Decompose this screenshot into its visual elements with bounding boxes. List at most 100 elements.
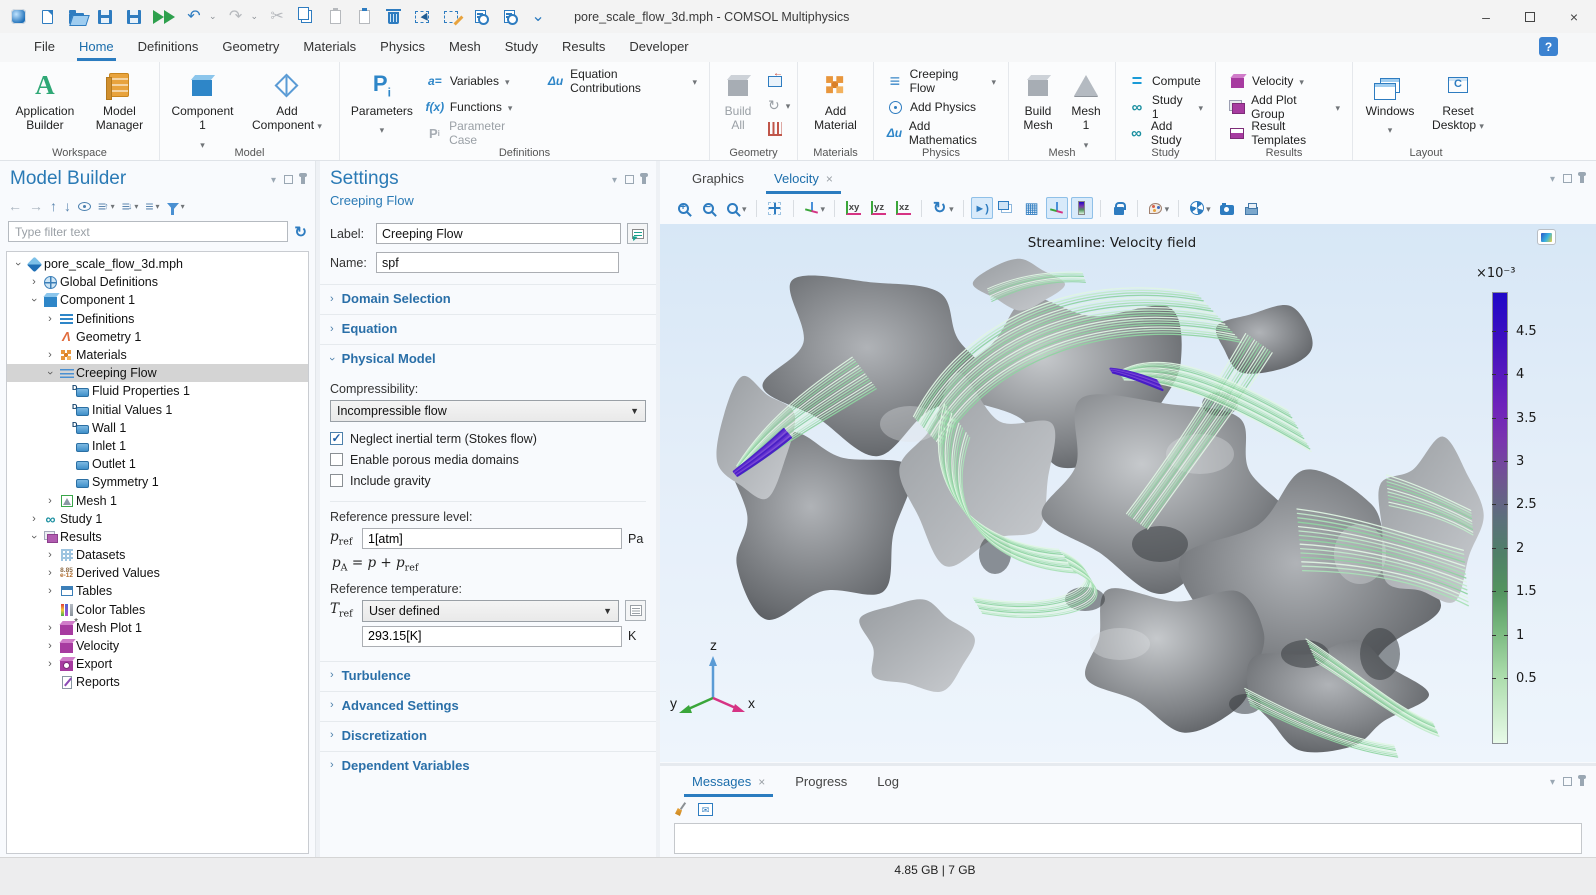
expander-icon[interactable]: › — [12, 257, 24, 271]
panel-menu-icon[interactable] — [271, 172, 276, 186]
tree-item-derived-values[interactable]: ›Derived Values — [7, 564, 308, 582]
lock-view-button[interactable] — [1108, 197, 1130, 219]
minimize-button[interactable]: – — [1464, 0, 1508, 33]
import-geometry-button[interactable] — [764, 70, 794, 92]
view-xy-button[interactable] — [842, 197, 864, 219]
panel-menu-icon[interactable] — [612, 172, 617, 186]
show-grid-button[interactable] — [1021, 197, 1043, 219]
checkbox-neglect-inertial-term-stokes-flow-[interactable]: Neglect inertial term (Stokes flow) — [330, 428, 646, 449]
label-field[interactable] — [376, 223, 621, 244]
graphics-canvas[interactable]: Streamline: Velocity field ×10⁻³ 4.543.5… — [660, 224, 1596, 762]
tree-item-creeping-flow[interactable]: ›Creeping Flow — [7, 364, 308, 382]
velocity-plot-button[interactable]: Velocity — [1224, 68, 1344, 94]
expander-icon[interactable]: › — [43, 349, 57, 361]
pin-panel-icon[interactable] — [642, 177, 646, 184]
tree-item-tables[interactable]: ›Tables — [7, 582, 308, 600]
expander-icon[interactable]: › — [43, 585, 57, 597]
equation-contributions-button[interactable]: ΔuEquation Contributions — [543, 68, 701, 94]
section-physical-model[interactable]: ›Physical Model — [320, 344, 656, 372]
tree-item-geometry-1[interactable]: Geometry 1 — [7, 328, 308, 346]
paste-special-icon[interactable] — [354, 6, 374, 28]
tree-item-pore-scale-flow-3d-mph[interactable]: ›pore_scale_flow_3d.mph — [7, 255, 308, 273]
copy-icon[interactable] — [296, 6, 316, 28]
add-material-button[interactable]: Add Material — [806, 68, 865, 135]
find-in-model-icon[interactable] — [470, 6, 490, 28]
expander-icon[interactable]: › — [43, 658, 57, 670]
color-theme-button[interactable] — [1145, 197, 1172, 219]
menu-tab-definitions[interactable]: Definitions — [126, 34, 211, 61]
redo-icon[interactable]: ↷ — [226, 6, 246, 28]
image-snapshot-button[interactable] — [1216, 197, 1238, 219]
zoom-box-button[interactable] — [722, 197, 749, 219]
functions-button[interactable]: f(x)Functions — [422, 94, 537, 120]
tree-item-symmetry-1[interactable]: Symmetry 1 — [7, 473, 308, 491]
rebuild-button[interactable] — [764, 94, 794, 116]
checkbox-icon[interactable] — [330, 432, 343, 445]
physics-interface-button[interactable]: Creeping Flow — [882, 68, 1000, 94]
pin-panel-icon[interactable] — [1580, 779, 1584, 786]
expander-icon[interactable]: › — [43, 622, 57, 634]
undo-icon[interactable]: ↶ — [184, 6, 204, 28]
menu-tab-file[interactable]: File — [22, 34, 67, 61]
messages-tab-messages[interactable]: Messages× — [680, 768, 777, 797]
float-panel-icon[interactable] — [1563, 777, 1572, 786]
add-physics-button[interactable]: Add Physics — [882, 94, 1000, 120]
save-search-icon[interactable] — [124, 6, 144, 28]
customize-toolbar-icon[interactable]: ⌄ — [528, 6, 548, 28]
checkbox-enable-porous-media-domains[interactable]: Enable porous media domains — [330, 449, 646, 470]
select-box-icon[interactable] — [412, 6, 432, 28]
float-panel-icon[interactable] — [284, 175, 293, 184]
section-domain-selection[interactable]: ›Domain Selection — [320, 284, 656, 312]
tree-item-study-1[interactable]: ›Study 1 — [7, 510, 308, 528]
zoom-in-button[interactable]: + — [672, 197, 694, 219]
maximize-button[interactable] — [1508, 0, 1552, 33]
section-dependent-variables[interactable]: ›Dependent Variables — [320, 751, 656, 779]
rotate-button[interactable] — [929, 197, 956, 219]
save-icon[interactable] — [95, 6, 115, 28]
show-icon[interactable] — [78, 202, 91, 211]
messages-tab-progress[interactable]: Progress — [783, 768, 859, 797]
expander-icon[interactable]: › — [28, 293, 40, 307]
filter-input[interactable] — [8, 221, 288, 242]
expander-icon[interactable]: › — [43, 313, 57, 325]
tree-item-global-definitions[interactable]: ›Global Definitions — [7, 273, 308, 291]
result-templates-button[interactable]: Result Templates — [1224, 120, 1344, 146]
close-button[interactable]: × — [1552, 0, 1596, 33]
application-builder-button[interactable]: Application Builder — [8, 68, 82, 135]
forward-icon[interactable]: → — [29, 198, 43, 214]
menu-tab-geometry[interactable]: Geometry — [210, 34, 291, 61]
model-manager-button[interactable]: Model Manager — [88, 68, 151, 135]
clear-messages-icon[interactable] — [674, 802, 688, 816]
build-all-button[interactable]: Build All — [718, 68, 758, 135]
add-mathematics-button[interactable]: ΔuAdd Mathematics — [882, 120, 1000, 146]
menu-tab-developer[interactable]: Developer — [617, 34, 700, 61]
compressibility-select[interactable]: Incompressible flow▼ — [330, 400, 646, 422]
panel-menu-icon[interactable] — [1550, 774, 1555, 788]
run-icon[interactable] — [153, 6, 175, 28]
find-icon[interactable] — [499, 6, 519, 28]
mesh1-button[interactable]: Mesh 1 — [1065, 68, 1107, 153]
collapse-icon[interactable]: ≡↓▾ — [122, 198, 139, 214]
checkbox-include-gravity[interactable]: Include gravity — [330, 470, 646, 491]
section-advanced-settings[interactable]: ›Advanced Settings — [320, 691, 656, 719]
filter-icon[interactable]: ▾ — [167, 202, 185, 211]
ref-pressure-input[interactable] — [362, 528, 622, 549]
menu-tab-materials[interactable]: Materials — [291, 34, 368, 61]
section-equation[interactable]: ›Equation — [320, 314, 656, 342]
menu-tab-study[interactable]: Study — [493, 34, 550, 61]
tree-item-reports[interactable]: Reports — [7, 673, 308, 691]
name-field[interactable] — [376, 252, 619, 273]
snapshot-settings-button[interactable] — [1186, 197, 1213, 219]
add-component-button[interactable]: Add Component — [243, 68, 331, 135]
checkbox-icon[interactable] — [330, 474, 343, 487]
pin-panel-icon[interactable] — [1580, 176, 1584, 183]
remove-details-button[interactable] — [764, 118, 794, 140]
section-discretization[interactable]: ›Discretization — [320, 721, 656, 749]
messages-tab-log[interactable]: Log — [865, 768, 911, 797]
section-turbulence[interactable]: ›Turbulence — [320, 661, 656, 689]
add-study-button[interactable]: Add Study — [1124, 120, 1207, 146]
parameter-case-button[interactable]: PiParameter Case — [422, 120, 537, 146]
plot-thumbnail-button[interactable] — [1537, 229, 1556, 245]
build-mesh-button[interactable]: Build Mesh — [1017, 68, 1059, 135]
tree-item-results[interactable]: ›Results — [7, 528, 308, 546]
